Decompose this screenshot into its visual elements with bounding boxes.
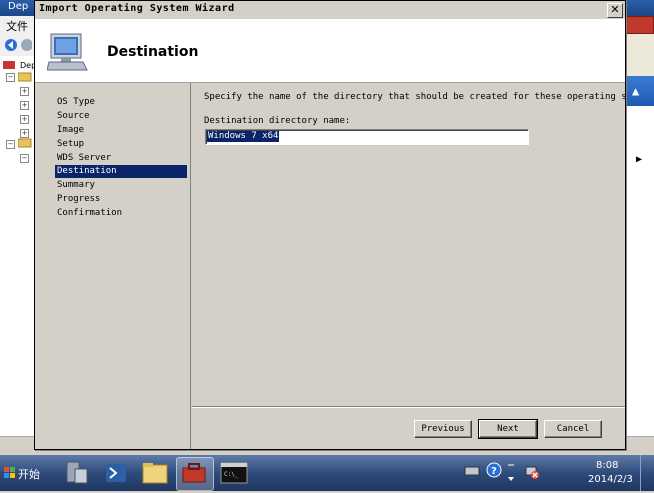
taskbar-command-prompt[interactable]: C:\_ [216,457,252,489]
background-right-edge: ▲ ▶ [622,16,654,436]
step-os-type[interactable]: OS Type [55,96,187,109]
taskbar-deployment-workbench[interactable] [176,457,214,491]
deployment-share-icon [3,61,15,69]
page-title: Destination [107,44,199,60]
wizard-title-bar: Import Operating System Wizard ✕ [35,1,625,20]
svg-text:?: ? [491,466,497,477]
background-menu-bar: 文件（ [0,16,34,49]
expand-icon[interactable]: + [20,87,29,96]
step-summary[interactable]: Summary [55,179,187,192]
previous-button[interactable]: Previous [414,420,472,438]
next-button[interactable]: Next [478,419,538,439]
wizard-content: Specify the name of the directory that s… [192,83,625,405]
close-button[interactable]: ✕ [607,3,623,18]
computer-icon [47,33,88,71]
clock-date[interactable]: 2014/2/3 [588,474,633,485]
collapse-up-icon: ▲ [632,84,640,98]
wizard-title: Import Operating System Wizard [39,3,235,14]
forward-icon[interactable] [20,38,32,52]
taskbar-explorer[interactable] [137,457,173,489]
step-setup[interactable]: Setup [55,138,187,151]
import-os-wizard: Import Operating System Wizard ✕ Destina… [34,0,626,450]
show-desktop-button[interactable] [640,455,654,491]
destination-directory-label: Destination directory name: [204,116,351,126]
taskbar-server-manager[interactable] [58,457,94,489]
network-icon[interactable] [524,464,540,480]
background-toolbar [0,34,34,57]
expand-icon[interactable]: + [20,101,29,110]
instruction-text: Specify the name of the directory that s… [204,92,625,102]
cancel-button[interactable]: Cancel [544,420,602,438]
background-title: Dep [8,1,29,12]
actions-pane: ▶ [622,106,654,436]
destination-directory-value: Windows 7 x64 [207,131,280,142]
toolbox-icon [182,463,206,483]
folder-icon [142,463,168,484]
wizard-button-bar: Previous Next Cancel [192,406,625,450]
wizard-steps: OS Type Source Image Setup WDS Server De… [35,83,191,449]
command-prompt-icon: C:\_ [220,462,248,484]
step-wds-server[interactable]: WDS Server [55,152,187,165]
step-image[interactable]: Image [55,124,187,137]
taskbar: 开始 C:\_ ? 8:08 2014/2/3 [0,455,654,491]
destination-directory-input[interactable]: Windows 7 x64 [205,129,529,145]
system-tray: ? 8:08 2014/2/3 [458,457,638,489]
tray-expand-icon[interactable] [506,461,516,485]
keyboard-icon[interactable] [464,463,480,477]
step-destination[interactable]: Destination [55,165,187,178]
back-icon[interactable] [4,38,18,52]
collapse-icon[interactable]: − [6,73,15,82]
server-manager-icon [66,461,88,484]
tree-pane: Dep − + + + + − − [0,56,36,436]
folder-icon [18,72,32,82]
submenu-arrow-icon[interactable]: ▶ [636,154,642,165]
step-progress[interactable]: Progress [55,193,187,206]
start-button[interactable]: 开始 [2,458,42,488]
collapse-icon[interactable]: − [6,140,15,149]
actions-header[interactable]: ▲ [622,76,654,106]
collapse-icon[interactable]: − [20,154,29,163]
help-icon[interactable]: ? [486,462,502,478]
wizard-header: Destination [35,20,625,83]
start-label: 开始 [18,468,40,481]
step-source[interactable]: Source [55,110,187,123]
background-close-button[interactable] [622,16,654,34]
powershell-icon [106,464,126,482]
expand-icon[interactable]: + [20,115,29,124]
step-confirmation[interactable]: Confirmation [55,207,187,220]
folder-icon [18,138,32,148]
taskbar-powershell[interactable] [98,457,134,489]
svg-text:C:\_: C:\_ [224,471,239,478]
windows-logo-icon [4,467,15,478]
clock-time[interactable]: 8:08 [596,460,618,471]
